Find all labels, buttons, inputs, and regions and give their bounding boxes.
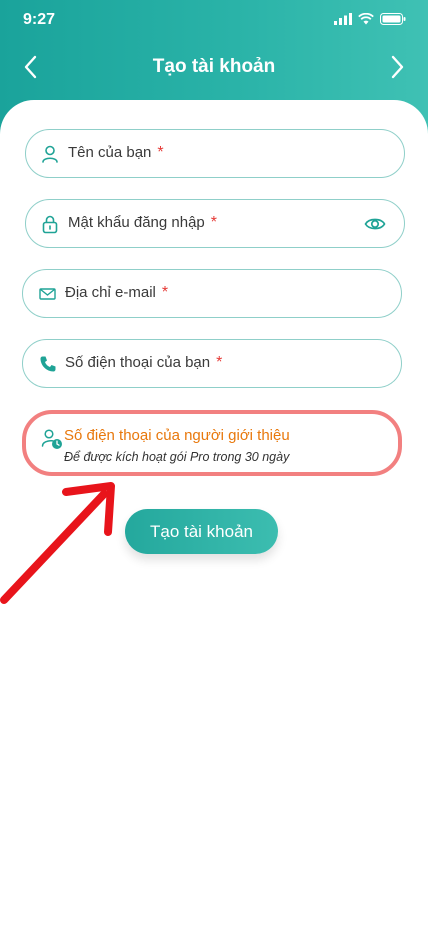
user-clock-icon	[41, 429, 62, 449]
create-account-button[interactable]: Tạo tài khoản	[125, 509, 278, 554]
status-time: 9:27	[23, 11, 56, 28]
name-label: Tên của bạn *	[68, 144, 164, 161]
status-bar: 9:27	[0, 0, 428, 44]
password-label: Mật khẩu đăng nhập *	[68, 214, 218, 231]
forward-button[interactable]	[382, 52, 412, 82]
referral-hint: Để được kích hoạt gói Pro trong 30 ngày	[64, 450, 290, 464]
lock-icon	[42, 215, 58, 234]
email-label: Địa chỉ e-mail *	[65, 284, 169, 301]
referral-phone-field[interactable]: Số điện thoại của người giới thiệu Để đư…	[22, 410, 402, 476]
referral-label: Số điện thoại của người giới thiệu	[64, 427, 290, 444]
required-mark: *	[157, 144, 164, 161]
annotation-arrow	[0, 482, 115, 604]
wifi-icon	[358, 13, 374, 25]
signal-icon	[334, 13, 352, 25]
required-mark: *	[161, 284, 169, 301]
email-field[interactable]: Địa chỉ e-mail *	[22, 269, 402, 318]
user-icon	[42, 145, 58, 163]
battery-icon	[380, 13, 406, 25]
required-mark: *	[216, 354, 223, 371]
phone-label: Số điện thoại của bạn *	[65, 354, 223, 371]
status-icons	[334, 13, 406, 25]
chevron-right-icon	[391, 55, 404, 79]
required-mark: *	[210, 214, 218, 231]
mail-icon	[39, 288, 56, 300]
page-title: Tạo tài khoản	[152, 56, 276, 77]
phone-field[interactable]: Số điện thoại của bạn *	[22, 339, 402, 388]
eye-icon[interactable]	[364, 213, 386, 235]
phone-icon	[40, 356, 56, 372]
name-field[interactable]: Tên của bạn *	[25, 129, 405, 178]
password-field[interactable]: Mật khẩu đăng nhập *	[25, 199, 405, 248]
